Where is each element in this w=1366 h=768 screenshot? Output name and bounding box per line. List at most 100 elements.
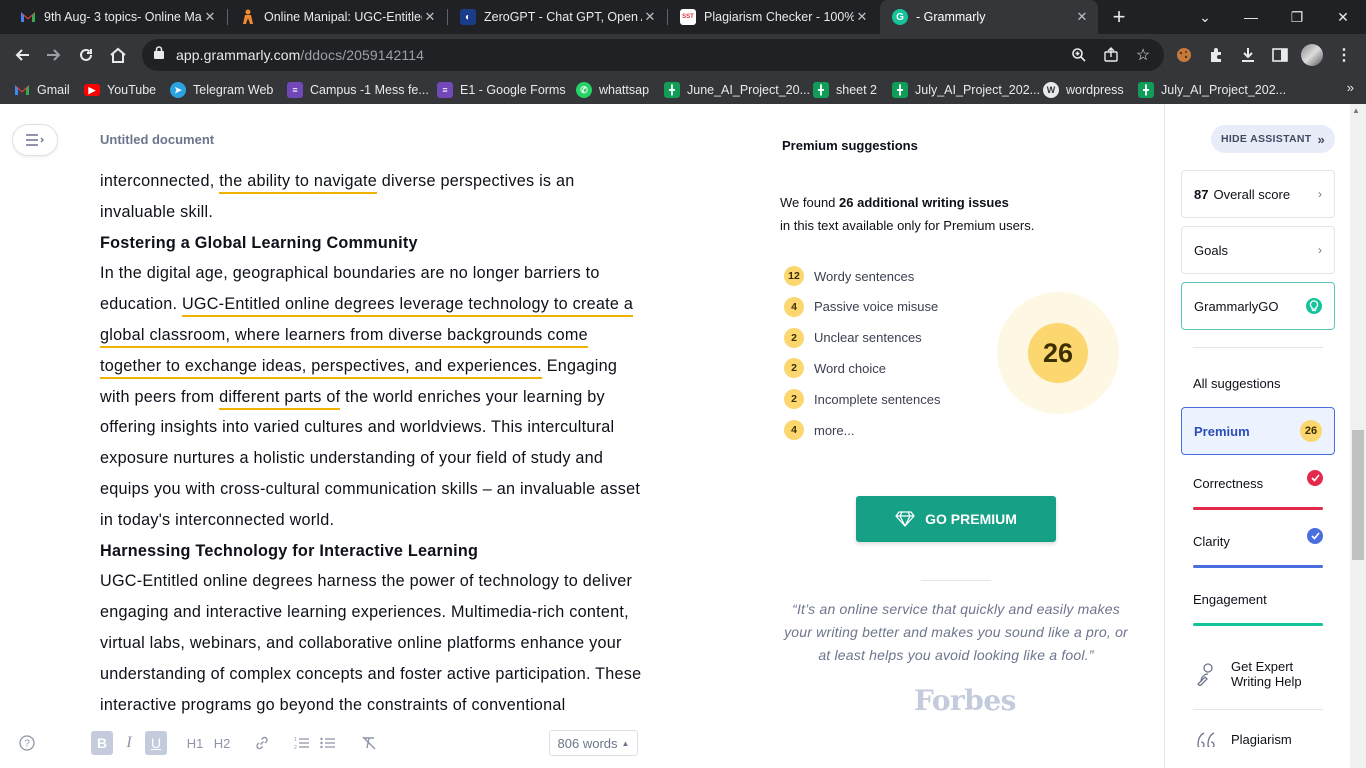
- premium-total-circle: 26: [997, 292, 1119, 414]
- bookmark-label: E1 - Google Forms: [460, 83, 566, 97]
- underlined-suggestion[interactable]: together to exchange ideas, perspectives…: [100, 356, 542, 379]
- expert-writing-help-link[interactable]: Get Expert Writing Help: [1195, 659, 1302, 689]
- text-run: the world enriches your learning by: [340, 387, 605, 406]
- grammarlygo-card[interactable]: GrammarlyGO: [1181, 282, 1335, 330]
- gmail-icon: [14, 82, 30, 98]
- close-icon[interactable]: ✕: [854, 9, 870, 25]
- hamburger-icon: [26, 134, 44, 146]
- heading-2-button[interactable]: H2: [210, 731, 234, 755]
- category-clarity[interactable]: Clarity: [1193, 528, 1323, 568]
- browser-nav-bar: app.grammarly.com/ddocs/2059142114 ☆ ⋮: [0, 34, 1366, 76]
- document-line: together to exchange ideas, perspectives…: [100, 351, 690, 382]
- bold-button[interactable]: B: [91, 731, 113, 755]
- minimize-button[interactable]: —: [1228, 0, 1274, 34]
- underlined-suggestion[interactable]: the ability to navigate: [219, 172, 378, 194]
- bookmark-sheet-2[interactable]: ╋ sheet 2: [813, 80, 877, 100]
- issue-label: more...: [814, 422, 855, 438]
- tab-grammarly[interactable]: G - Grammarly ✕: [880, 0, 1098, 34]
- address-bar[interactable]: app.grammarly.com/ddocs/2059142114 ☆: [142, 39, 1164, 71]
- tab-plagiarism-checker[interactable]: SST Plagiarism Checker - 100% Fr ✕: [668, 0, 878, 34]
- bookmark-wordpress[interactable]: W wordpress: [1043, 80, 1124, 100]
- scrollbar-thumb[interactable]: [1352, 430, 1364, 560]
- bookmark-july-project[interactable]: ╋ July_AI_Project_202...: [892, 80, 1040, 100]
- lock-icon[interactable]: [154, 46, 164, 64]
- download-icon[interactable]: [1236, 43, 1260, 67]
- overall-score-card[interactable]: 87 Overall score ›: [1181, 170, 1335, 218]
- whatsapp-icon: ✆: [576, 82, 592, 98]
- bookmark-july-project-2[interactable]: ╋ July_AI_Project_202...: [1138, 80, 1286, 100]
- profile-avatar[interactable]: [1300, 43, 1324, 67]
- plagiarism-link[interactable]: Plagiarism: [1195, 731, 1292, 747]
- back-icon[interactable]: [10, 43, 34, 67]
- goals-card[interactable]: Goals ›: [1181, 226, 1335, 274]
- plagiarism-label: Plagiarism: [1231, 731, 1292, 747]
- tab-gmail[interactable]: 9th Aug- 3 topics- Online Ma ✕: [8, 0, 226, 34]
- document-line: interactive programs go beyond the const…: [100, 690, 690, 721]
- star-icon[interactable]: ☆: [1132, 44, 1154, 66]
- svg-text:1: 1: [294, 737, 297, 743]
- category-correctness[interactable]: Correctness: [1193, 470, 1323, 510]
- all-suggestions-link[interactable]: All suggestions: [1193, 376, 1280, 391]
- tab-zerogpt[interactable]: ◐ ZeroGPT - Chat GPT, Open AI ✕: [448, 0, 666, 34]
- tab-online-manipal[interactable]: Online Manipal: UGC-Entitled ✕: [228, 0, 446, 34]
- document-editor[interactable]: interconnected, the ability to navigate …: [100, 166, 690, 720]
- category-engagement[interactable]: Engagement: [1193, 586, 1323, 626]
- underlined-suggestion[interactable]: global classroom, where learners from di…: [100, 325, 588, 348]
- document-title[interactable]: Untitled document: [100, 132, 214, 147]
- underlined-suggestion[interactable]: UGC-Entitled online degrees leverage tec…: [181, 295, 634, 318]
- link-icon[interactable]: [250, 731, 274, 755]
- svg-text:2: 2: [294, 745, 297, 750]
- bookmarks-overflow-icon[interactable]: »: [1347, 80, 1354, 95]
- menu-dots-icon[interactable]: ⋮: [1332, 43, 1356, 67]
- document-line: virtual labs, webinars, and collaborativ…: [100, 628, 690, 659]
- text-run: Harnessing Technology for Interactive Le…: [100, 541, 479, 560]
- bookmark-whattsap[interactable]: ✆ whattsap: [576, 80, 649, 100]
- go-premium-button[interactable]: GO PREMIUM: [856, 496, 1056, 542]
- close-icon[interactable]: ✕: [642, 9, 658, 25]
- close-icon[interactable]: ✕: [202, 9, 218, 25]
- bookmark-gmail[interactable]: Gmail: [14, 80, 70, 100]
- bookmark-campus-mess[interactable]: ≡ Campus -1 Mess fe...: [287, 80, 429, 100]
- close-icon[interactable]: ✕: [1074, 9, 1090, 25]
- restore-button[interactable]: ❐: [1274, 0, 1320, 34]
- scroll-up-arrow[interactable]: ▲: [1352, 106, 1360, 115]
- grammarly-editor-page: Untitled document interconnected, the ab…: [0, 104, 1366, 768]
- share-icon[interactable]: [1100, 44, 1122, 66]
- bookmark-label: sheet 2: [836, 83, 878, 97]
- bookmark-label: wordpress: [1066, 83, 1124, 97]
- underline-button[interactable]: U: [145, 731, 167, 755]
- home-icon[interactable]: [106, 43, 130, 67]
- url-text: app.grammarly.com/ddocs/2059142114: [176, 47, 424, 63]
- premium-panel-title: Premium suggestions: [782, 138, 918, 153]
- hide-assistant-button[interactable]: HIDE ASSISTANT »: [1211, 125, 1335, 153]
- document-menu-button[interactable]: [12, 124, 58, 156]
- underlined-suggestion[interactable]: different parts of: [219, 387, 341, 410]
- zoom-icon[interactable]: [1068, 44, 1090, 66]
- cookie-extension-icon[interactable]: [1172, 43, 1196, 67]
- forward-icon[interactable]: [42, 43, 66, 67]
- tab-search-icon[interactable]: ⌄: [1182, 0, 1228, 34]
- numbered-list-icon[interactable]: 12: [290, 731, 314, 755]
- help-icon[interactable]: ?: [17, 731, 37, 755]
- new-tab-button[interactable]: +: [1096, 0, 1142, 34]
- close-icon[interactable]: ✕: [422, 9, 438, 25]
- heading-1-button[interactable]: H1: [183, 731, 207, 755]
- close-window-button[interactable]: ✕: [1320, 0, 1366, 34]
- bookmark-e1-forms[interactable]: ≡ E1 - Google Forms: [437, 80, 566, 100]
- clear-formatting-icon[interactable]: [357, 731, 381, 755]
- bulleted-list-icon[interactable]: [316, 731, 340, 755]
- reload-icon[interactable]: [74, 43, 98, 67]
- italic-button[interactable]: I: [118, 731, 140, 755]
- category-label: Engagement: [1193, 592, 1267, 607]
- issue-count-badge: 4: [784, 296, 804, 317]
- word-count-button[interactable]: 806 words ▲: [549, 730, 638, 756]
- side-panel-icon[interactable]: [1268, 43, 1292, 67]
- bookmark-telegram[interactable]: ➤ Telegram Web: [170, 80, 273, 100]
- bookmark-youtube[interactable]: ▶ YouTube: [84, 80, 156, 100]
- premium-count-badge: 26: [1300, 420, 1322, 442]
- issue-count-badge: 2: [784, 389, 804, 410]
- extensions-icon[interactable]: [1204, 43, 1228, 67]
- bookmark-june-project[interactable]: ╋ June_AI_Project_20...: [664, 80, 810, 100]
- premium-category[interactable]: Premium 26: [1181, 407, 1335, 455]
- checkmark-icon: [1307, 528, 1323, 544]
